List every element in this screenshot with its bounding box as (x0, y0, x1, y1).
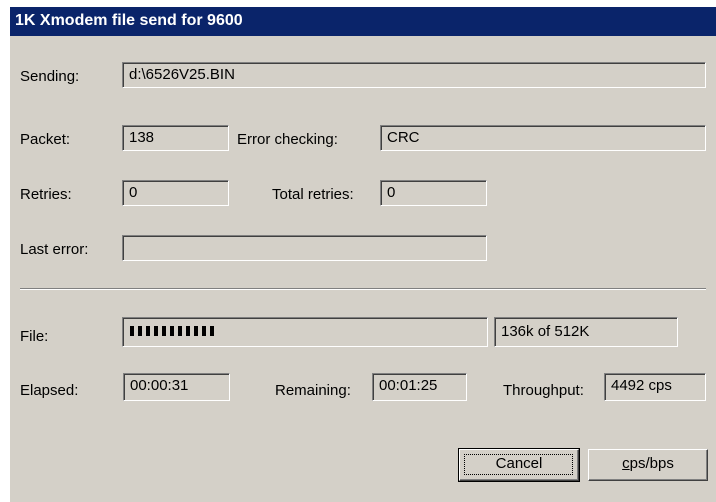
remaining-field: 00:01:25 (372, 373, 467, 401)
progress-segment (130, 326, 134, 336)
progress-segment (162, 326, 166, 336)
total-retries-field: 0 (380, 180, 487, 206)
packet-label: Packet: (20, 131, 71, 148)
error-checking-field: CRC (380, 125, 706, 151)
sending-label: Sending: (20, 68, 80, 85)
throughput-label: Throughput: (503, 382, 584, 399)
total-retries-label: Total retries: (272, 186, 354, 203)
cps-bps-button[interactable]: cps/bps (588, 449, 708, 481)
sending-field: d:\6526V25.BIN (122, 62, 706, 88)
cps-bps-mnemonic: c (622, 455, 630, 472)
packet-field: 138 (122, 125, 229, 151)
progress-segment (138, 326, 142, 336)
progress-segment (154, 326, 158, 336)
file-progress-bar (122, 317, 488, 347)
elapsed-field: 00:00:31 (123, 373, 230, 401)
remaining-label: Remaining: (275, 382, 351, 399)
window-title: 1K Xmodem file send for 9600 (15, 12, 243, 29)
file-label: File: (20, 328, 49, 345)
last-error-label: Last error: (20, 241, 89, 258)
progress-segment (194, 326, 198, 336)
last-error-field (122, 235, 487, 261)
progress-segment (146, 326, 150, 336)
error-checking-label: Error checking: (237, 131, 338, 148)
separator (20, 288, 706, 290)
focus-rectangle (464, 454, 573, 475)
cancel-button[interactable]: Cancel (458, 448, 580, 482)
progress-segment (170, 326, 174, 336)
retries-field: 0 (122, 180, 229, 206)
file-progress-text: 136k of 512K (494, 317, 678, 347)
progress-segment (178, 326, 182, 336)
progress-segment (210, 326, 214, 336)
retries-label: Retries: (20, 186, 72, 203)
progress-segment (202, 326, 206, 336)
cps-bps-label: ps/bps (629, 455, 674, 472)
title-bar[interactable]: 1K Xmodem file send for 9600 (10, 7, 716, 36)
elapsed-label: Elapsed: (20, 382, 79, 399)
xmodem-dialog: 1K Xmodem file send for 9600 Sending: d:… (9, 6, 716, 502)
throughput-field: 4492 cps (604, 373, 706, 401)
progress-segment (186, 326, 190, 336)
